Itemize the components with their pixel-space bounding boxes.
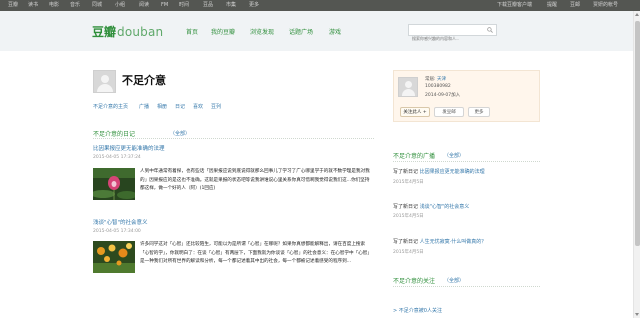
broadcast-action: 写了新日记 (393, 204, 419, 210)
diary-section-title: 不足介意的日记 (93, 131, 136, 138)
subnav-broadcast[interactable]: 广播 (139, 103, 149, 110)
download-app-link[interactable]: 下载豆瓣客户端 (497, 0, 532, 11)
global-nav-link[interactable]: 音乐 (70, 0, 80, 11)
subnav-doulist[interactable]: 豆列 (211, 103, 221, 110)
location-link[interactable]: 天津 (437, 77, 446, 82)
subnav-albums[interactable]: 相册 (157, 103, 167, 110)
search-icon[interactable] (487, 27, 493, 33)
global-nav-link[interactable]: 阅读 (139, 0, 149, 11)
following-all-link[interactable]: （全部） (444, 277, 464, 284)
broadcast-section-title: 不足介意的广播 (393, 153, 436, 160)
search-input[interactable] (409, 33, 486, 44)
notifications-link[interactable]: 提醒 (547, 0, 557, 11)
mail-link[interactable]: 豆邮 (570, 0, 580, 11)
diary-entry-date: 2015-04-05 17:34:00 (93, 229, 141, 234)
diary-thumbnail-flowers[interactable] (93, 241, 135, 273)
location-line: 常居: 天津 (425, 76, 446, 82)
account-menu[interactable]: 贾妍的帐号 (593, 0, 618, 11)
diary-entry-date: 2015-04-05 17:37:24 (93, 155, 141, 160)
join-date: 2014-09-07加入 (425, 93, 461, 98)
scroll-down-arrow-icon[interactable] (635, 313, 639, 316)
site-header: 豆瓣douban 首页 我的豆瓣 浏览发现 话题广场 游戏 (0, 11, 640, 51)
avatar-body-shape (97, 84, 113, 92)
broadcast-link[interactable]: 浅谈"心智"的社会意义 (420, 204, 470, 210)
search-box (408, 24, 497, 44)
divider (393, 286, 540, 287)
scroll-up-arrow-icon[interactable] (635, 13, 639, 16)
broadcast-time: 2015年4月5日 (393, 180, 424, 185)
broadcast-time: 2015年4月5日 (393, 214, 424, 219)
scrollbar-thumb[interactable] (635, 21, 640, 246)
subnav-homepage[interactable]: 不足介意的主页 (93, 103, 128, 110)
page-scrollbar[interactable] (633, 11, 640, 318)
subnav-likes[interactable]: 喜欢 (193, 103, 203, 110)
global-nav-link[interactable]: FM (161, 0, 168, 11)
nav-home[interactable]: 首页 (186, 27, 198, 36)
nav-explore[interactable]: 浏览发现 (250, 27, 274, 36)
send-message-button[interactable]: 发豆邮 (434, 107, 464, 117)
avatar-head-shape (405, 81, 412, 88)
avatar-body-shape (402, 89, 415, 96)
user-avatar[interactable] (93, 70, 116, 93)
diary-entry-title[interactable]: 浅谈"心智"的社会意义 (93, 218, 148, 226)
excerpt-text: 人到中年通常有着探，也有些话「因果报应说到底说得就那么回事儿了学习了广心哪里学于… (140, 169, 370, 191)
global-nav-link[interactable]: 豆品 (203, 0, 213, 11)
global-nav-link[interactable]: 读书 (28, 0, 38, 11)
logo-text-en: douban (117, 25, 164, 39)
subnav-diary[interactable]: 日记 (175, 103, 185, 110)
global-nav-link[interactable]: 电影 (49, 0, 59, 11)
avatar-head-shape (101, 75, 109, 83)
broadcast-link[interactable]: 比因果报应更无能准确的法理 (420, 169, 485, 175)
global-nav-link[interactable]: 市集 (226, 0, 236, 11)
page-title: 不足介意 (122, 74, 166, 87)
diary-entry-excerpt: 许多同学这对「心智」还比较陌生，可能以为是所谓「心智」在哪呢？如果你真想都能解释… (140, 241, 373, 275)
broadcast-all-link[interactable]: （全部） (444, 152, 464, 159)
excerpt-text: 许多同学这对「心智」还比较陌生，可能以为是所谓「心智」在哪呢？如果你真想都能解释… (140, 242, 372, 264)
diary-all-link[interactable]: （全部） (170, 130, 190, 137)
diary-thumbnail-flower[interactable] (93, 168, 135, 200)
logo-text-cn: 豆瓣 (92, 25, 117, 39)
diary-entry-excerpt: 人到中年通常有着探，也有些话「因果报应说到底说得就那么回事儿了学习了广心哪里学于… (140, 168, 373, 202)
diary-entry-title[interactable]: 比因果报应更无能准确的法理 (93, 144, 165, 152)
broadcast-action: 写了新日记 (393, 239, 419, 245)
broadcast-item: 写了新日记 人生无忧寂寞·什么叫做真的？ (393, 238, 486, 245)
card-avatar[interactable] (398, 77, 418, 97)
global-nav-link[interactable]: 更多 (249, 0, 259, 11)
divider (93, 138, 374, 139)
more-button[interactable]: 更多 (468, 107, 490, 117)
divider (393, 161, 540, 162)
user-id: 100380982 (425, 84, 451, 89)
global-nav-link[interactable]: 同城 (92, 0, 102, 11)
nav-topics[interactable]: 话题广场 (289, 27, 313, 36)
douban-logo[interactable]: 豆瓣douban (92, 21, 163, 39)
user-info-card: 常居: 天津 100380982 2014-09-07加入 关注此人 + 发豆邮… (393, 70, 540, 122)
followers-count-link[interactable]: > 不足介意被0人关注 (393, 307, 442, 314)
global-nav-link[interactable]: 时间 (179, 0, 189, 11)
broadcast-action: 写了新日记 (393, 169, 419, 175)
broadcast-link[interactable]: 人生无忧寂寞·什么叫做真的？ (420, 239, 487, 245)
follow-button[interactable]: 关注此人 + (400, 107, 430, 117)
broadcast-item: 写了新日记 浅谈"心智"的社会意义 (393, 203, 469, 210)
following-section-title: 不足介意的关注 (393, 278, 436, 285)
douban-profile-page: 豆瓣 读书 电影 音乐 同城 小组 阅读 FM 时间 豆品 市集 更多 下载豆瓣… (0, 0, 640, 318)
broadcast-item: 写了新日记 比因果报应更无能准确的法理 (393, 168, 485, 175)
broadcast-time: 2015年4月5日 (393, 250, 424, 255)
location-label: 常居: (425, 77, 436, 82)
nav-games[interactable]: 游戏 (329, 27, 341, 36)
global-nav-link[interactable]: 小组 (115, 0, 125, 11)
global-nav-link[interactable]: 豆瓣 (8, 0, 18, 11)
global-nav-bar: 豆瓣 读书 电影 音乐 同城 小组 阅读 FM 时间 豆品 市集 更多 下载豆瓣… (0, 0, 640, 11)
nav-my-douban[interactable]: 我的豆瓣 (211, 27, 235, 36)
